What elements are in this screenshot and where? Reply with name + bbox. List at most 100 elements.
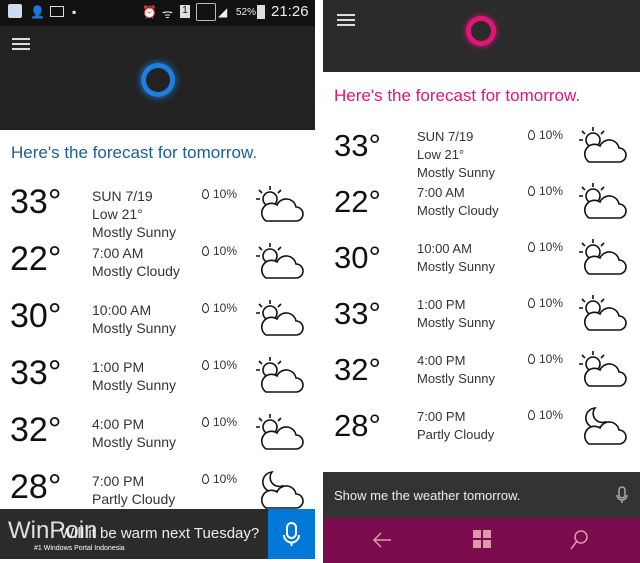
watermark-tagline: #1 Windows Portal Indonesia xyxy=(34,545,125,552)
row-info: 7:00 PM Partly Cloudy xyxy=(92,472,175,508)
image-icon xyxy=(50,6,64,17)
row-detail: Low 21° xyxy=(417,147,465,162)
row-time: 1:00 PM xyxy=(417,297,466,312)
precip-value: 10% xyxy=(213,358,238,372)
sun-cloud-icon xyxy=(252,411,304,460)
row-time: 7:00 PM xyxy=(417,409,466,424)
contact-icon: 👤 xyxy=(30,5,45,19)
row-detail: Mostly Cloudy xyxy=(92,263,180,279)
row-time: 4:00 PM xyxy=(92,416,145,432)
row-temperature: 33° xyxy=(334,296,381,331)
row-time: 4:00 PM xyxy=(417,353,466,368)
precip-value: 10% xyxy=(539,296,564,310)
sun-cloud-icon xyxy=(252,297,304,346)
row-precip: 10% xyxy=(528,128,563,142)
row-time: 10:00 AM xyxy=(417,241,472,256)
clock: 21:26 xyxy=(271,3,309,20)
row-time: 10:00 AM xyxy=(92,302,152,318)
raindrop-icon xyxy=(202,189,209,199)
windows-cortana-panel: Here's the forecast for tomorrow. 33° SUN… xyxy=(323,0,640,563)
row-temperature: 28° xyxy=(10,468,62,506)
row-info: 1:00 PM Mostly Sunny xyxy=(417,296,495,332)
row-info: SUN 7/19 Low 21° Mostly Sunny xyxy=(417,128,495,182)
row-detail: Mostly Sunny xyxy=(417,315,496,330)
row-temperature: 28° xyxy=(334,408,381,443)
row-precip: 10% xyxy=(202,472,237,486)
forecast-row: 33° SUN 7/19 Low 21° Mostly Sunny 10% xyxy=(0,183,315,240)
row-precip: 10% xyxy=(528,184,563,198)
android-cortana-panel: 👤 ▪ ⏰ ᯤ 1 ◢ 52% 21:26 Here's the forecas… xyxy=(0,0,315,563)
row-detail: Mostly Sunny xyxy=(417,371,496,386)
forecast-row: 22° 7:00 AM Mostly Cloudy 10% xyxy=(323,184,640,240)
forecast-row: 33° 1:00 PM Mostly Sunny 10% xyxy=(323,296,640,352)
row-detail: Low 21° xyxy=(92,206,143,222)
battery-icon xyxy=(257,5,265,19)
raindrop-icon xyxy=(528,354,535,364)
precip-value: 10% xyxy=(213,472,238,486)
forecast-row: 33° 1:00 PM Mostly Sunny 10% xyxy=(0,354,315,411)
nav-bar xyxy=(323,518,640,563)
row-time: 7:00 PM xyxy=(92,473,145,489)
sun-cloud-icon xyxy=(575,348,627,397)
sun-cloud-icon xyxy=(252,183,304,232)
row-info: 10:00 AM Mostly Sunny xyxy=(417,240,495,276)
row-temperature: 32° xyxy=(10,411,62,449)
row-temperature: 32° xyxy=(334,352,381,387)
row-info: 10:00 AM Mostly Sunny xyxy=(92,301,176,337)
row-info: 7:00 PM Partly Cloudy xyxy=(417,408,494,444)
precip-value: 10% xyxy=(539,128,564,142)
cortana-icon xyxy=(8,4,22,18)
row-info: SUN 7/19 Low 21° Mostly Sunny xyxy=(92,187,176,241)
precip-value: 10% xyxy=(213,244,238,258)
row-temperature: 22° xyxy=(10,240,62,278)
row-precip: 10% xyxy=(202,358,237,372)
forecast-row: 32° 4:00 PM Mostly Sunny 10% xyxy=(323,352,640,408)
row-detail: Partly Cloudy xyxy=(92,491,176,507)
cortana-header xyxy=(0,26,315,130)
search-icon[interactable] xyxy=(569,529,589,551)
row-info: 4:00 PM Mostly Sunny xyxy=(417,352,495,388)
row-time: SUN 7/19 xyxy=(417,129,474,144)
windows-icon[interactable] xyxy=(473,530,491,548)
row-temperature: 33° xyxy=(10,354,62,392)
row-precip: 10% xyxy=(202,244,237,258)
status-bar: 👤 ▪ ⏰ ᯤ 1 ◢ 52% 21:26 xyxy=(0,0,315,26)
sun-cloud-icon xyxy=(575,236,627,285)
menu-icon[interactable] xyxy=(337,14,355,26)
row-detail: Mostly Cloudy xyxy=(417,203,499,218)
row-precip: 10% xyxy=(528,296,563,310)
query-bar[interactable]: Will it be warm next Tuesday? WinPoin #1… xyxy=(0,509,315,559)
forecast-row: 28° 7:00 PM Partly Cloudy 10% xyxy=(323,407,640,464)
row-precip: 10% xyxy=(528,408,563,422)
cortana-logo xyxy=(141,63,175,97)
forecast-row: 32° 4:00 PM Mostly Sunny 10% xyxy=(0,411,315,468)
sun-cloud-icon xyxy=(575,180,627,229)
microphone-icon[interactable] xyxy=(616,486,628,504)
menu-icon[interactable] xyxy=(12,38,30,50)
back-icon[interactable] xyxy=(371,530,393,550)
cortana-header xyxy=(323,0,640,72)
raindrop-icon xyxy=(528,242,535,252)
row-precip: 10% xyxy=(202,415,237,429)
query-text: Show me the weather tomorrow. xyxy=(334,488,521,503)
mic-button[interactable] xyxy=(268,509,315,559)
bbm-icon: ▪ xyxy=(72,5,77,19)
row-detail: Partly Cloudy xyxy=(417,427,495,442)
row-temperature: 22° xyxy=(334,184,381,219)
row-detail: Mostly Sunny xyxy=(92,377,177,393)
raindrop-icon xyxy=(528,410,535,420)
moon-cloud-icon xyxy=(575,404,627,453)
row-time: 7:00 AM xyxy=(417,185,465,200)
wifi-icon: ᯤ xyxy=(162,7,173,21)
raindrop-icon xyxy=(202,246,209,256)
sun-cloud-icon xyxy=(575,292,627,341)
precip-value: 10% xyxy=(539,240,564,254)
microphone-icon xyxy=(283,522,300,546)
query-bar[interactable]: Show me the weather tomorrow. xyxy=(323,472,640,518)
row-time: SUN 7/19 xyxy=(92,188,153,204)
row-detail: Mostly Sunny xyxy=(92,434,177,450)
watermark: WinPoin #1 Windows Portal Indonesia xyxy=(8,517,125,552)
signal-icon: ◢ xyxy=(218,5,228,19)
forecast-title: Here's the forecast for tomorrow. xyxy=(11,143,258,162)
precip-value: 10% xyxy=(539,408,564,422)
